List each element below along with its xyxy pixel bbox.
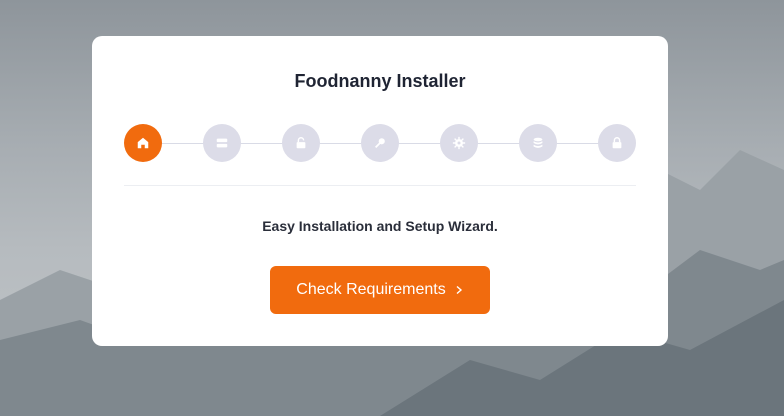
installer-title: Foodnanny Installer — [294, 71, 466, 91]
step-key[interactable] — [361, 124, 399, 162]
check-requirements-label: Check Requirements — [296, 281, 446, 298]
step-settings[interactable] — [440, 124, 478, 162]
chevron-right-icon — [456, 285, 462, 295]
lock-icon — [612, 137, 622, 149]
database-icon — [533, 137, 543, 148]
gear-icon — [452, 136, 466, 150]
step-home[interactable] — [124, 124, 162, 162]
step-lock[interactable] — [598, 124, 636, 162]
key-icon — [375, 138, 385, 148]
installer-card: Foodnanny Installer Easy Installation an… — [92, 36, 668, 346]
step-server[interactable] — [203, 124, 241, 162]
check-requirements-button[interactable]: Check Requirements — [270, 266, 490, 314]
installer-subtitle: Easy Installation and Setup Wizard. — [262, 218, 498, 234]
step-database[interactable] — [519, 124, 557, 162]
server-icon — [216, 138, 228, 148]
step-unlock[interactable] — [282, 124, 320, 162]
home-icon — [137, 137, 149, 149]
section-divider — [124, 185, 636, 186]
unlock-icon — [296, 137, 306, 149]
step-progress — [124, 124, 636, 162]
